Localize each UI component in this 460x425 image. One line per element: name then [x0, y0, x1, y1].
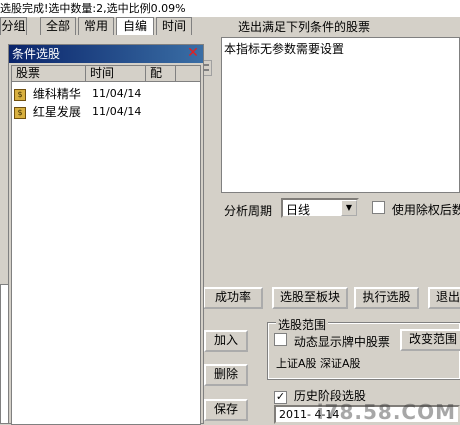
column-header-time[interactable]: 时间	[86, 66, 146, 82]
stock-name: 红星发展	[32, 105, 81, 119]
dialog-titlebar[interactable]: 条件选股 ✕	[9, 45, 203, 63]
use-adjust-option[interactable]: 使用除权后数	[372, 201, 460, 218]
stock-icon: $	[14, 88, 26, 101]
list-item[interactable]: $ 维科精华 11/04/14	[14, 86, 200, 102]
use-adjust-label: 使用除权后数	[391, 203, 460, 217]
column-header-filler	[176, 66, 200, 82]
add-button[interactable]: 加入	[204, 330, 248, 352]
tab-bar: 分组 全部 常用 自编 时间	[0, 17, 210, 35]
condition-caption: 选出满足下列条件的股票	[238, 20, 371, 34]
stock-name: 维科精华	[32, 87, 81, 101]
execute-button[interactable]: 执行选股	[354, 287, 419, 309]
to-sector-button[interactable]: 选股至板块	[272, 287, 348, 309]
stock-icon: $	[14, 106, 26, 119]
use-adjust-checkbox[interactable]	[372, 201, 385, 214]
condition-dialog: 条件选股 ✕ 股票 时间 配 $ 维科精华 11/04/14 $ 红星发展 11…	[8, 44, 204, 425]
description-box: 本指标无参数需要设置	[221, 37, 460, 193]
list-item[interactable]: $ 红星发展 11/04/14	[14, 104, 200, 120]
exit-button[interactable]: 退出	[428, 287, 460, 309]
dynamic-checkbox[interactable]	[274, 333, 287, 346]
range-group-label: 选股范围	[276, 316, 329, 333]
description-text: 本指标无参数需要设置	[224, 42, 345, 56]
stock-date: 11/04/14	[92, 105, 142, 118]
watermark: i78.58.COM	[316, 400, 456, 424]
history-checkbox[interactable]: ✓	[274, 391, 287, 404]
tab-all[interactable]: 全部	[40, 17, 76, 35]
range-text: 上证A股 深证A股	[276, 357, 361, 370]
chevron-down-icon: ▼	[341, 200, 357, 216]
column-header-stock[interactable]: 股票	[12, 66, 86, 82]
dialog-title: 条件选股	[12, 47, 61, 61]
analysis-period-label: 分析周期	[224, 204, 273, 218]
analysis-period-value: 日线	[286, 203, 311, 217]
tab-custom[interactable]: 自编	[116, 17, 154, 35]
status-bar: 选股完成!选中数量:2,选中比例0.09%	[0, 0, 460, 17]
close-icon[interactable]: ✕	[186, 46, 200, 61]
stock-date: 11/04/14	[92, 87, 142, 100]
tab-group[interactable]: 分组	[0, 17, 27, 35]
stock-listview: 股票 时间 配 $ 维科精华 11/04/14 $ 红星发展 11/04/14	[11, 65, 201, 425]
analysis-period-select[interactable]: 日线 ▼	[281, 198, 359, 218]
delete-button[interactable]: 删除	[204, 364, 248, 386]
save-button[interactable]: 保存	[204, 399, 248, 421]
dynamic-label: 动态显示牌中股票	[293, 335, 390, 349]
tab-common[interactable]: 常用	[78, 17, 114, 35]
change-range-button[interactable]: 改变范围	[400, 329, 460, 351]
tab-time[interactable]: 时间	[156, 17, 192, 35]
success-rate-button[interactable]: 成功率	[203, 287, 263, 309]
column-header-config[interactable]: 配	[146, 66, 176, 82]
dynamic-option[interactable]: 动态显示牌中股票	[274, 333, 390, 350]
